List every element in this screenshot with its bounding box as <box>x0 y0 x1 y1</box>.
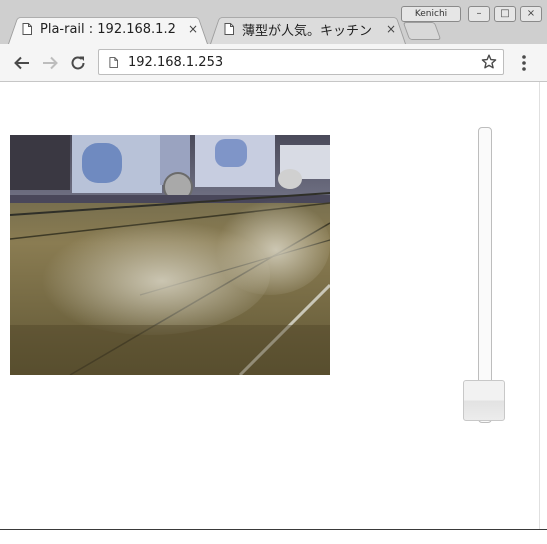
bookmark-button[interactable] <box>479 54 499 70</box>
browser-menu-button[interactable] <box>514 52 534 74</box>
star-icon <box>481 54 497 69</box>
browser-toolbar: 192.168.1.253 <box>0 44 547 82</box>
kebab-menu-icon <box>522 55 526 71</box>
page-icon <box>109 56 118 68</box>
back-button[interactable] <box>11 52 33 74</box>
reload-button[interactable] <box>67 52 89 74</box>
new-tab-button[interactable] <box>402 22 442 40</box>
page-icon <box>22 23 32 35</box>
back-arrow-icon <box>14 56 29 70</box>
address-bar[interactable]: 192.168.1.253 <box>98 49 504 75</box>
url-text[interactable]: 192.168.1.253 <box>128 55 479 70</box>
close-window-button[interactable]: × <box>520 6 542 22</box>
reload-icon <box>71 56 85 70</box>
tab-title: 薄型が人気。キッチン <box>242 23 373 39</box>
speed-slider-track[interactable] <box>478 127 492 423</box>
forward-arrow-icon <box>43 56 58 70</box>
window-bottom-edge <box>0 529 547 544</box>
page-content <box>0 82 547 543</box>
page-icon <box>224 23 234 35</box>
tab-pla-rail[interactable]: Pla-rail : 192.168.1.2 × <box>8 14 208 44</box>
camera-feed-image <box>10 135 330 375</box>
camera-view <box>10 135 330 375</box>
tab-strip: Pla-rail : 192.168.1.2 × 薄型が人気。キッチン × Ke… <box>0 0 547 45</box>
maximize-button[interactable]: □ <box>494 6 516 22</box>
speed-slider-thumb[interactable] <box>463 380 505 421</box>
forward-button[interactable] <box>39 52 61 74</box>
tab-title: Pla-rail : 192.168.1.2 <box>40 21 176 37</box>
profile-button[interactable]: Kenichi <box>401 6 461 22</box>
scrollbar-gutter <box>539 82 547 543</box>
tab-close-icon[interactable]: × <box>386 22 396 36</box>
tab-kitchen[interactable]: 薄型が人気。キッチン × <box>210 14 406 44</box>
minimize-button[interactable]: – <box>468 6 490 22</box>
tab-close-icon[interactable]: × <box>188 22 198 36</box>
